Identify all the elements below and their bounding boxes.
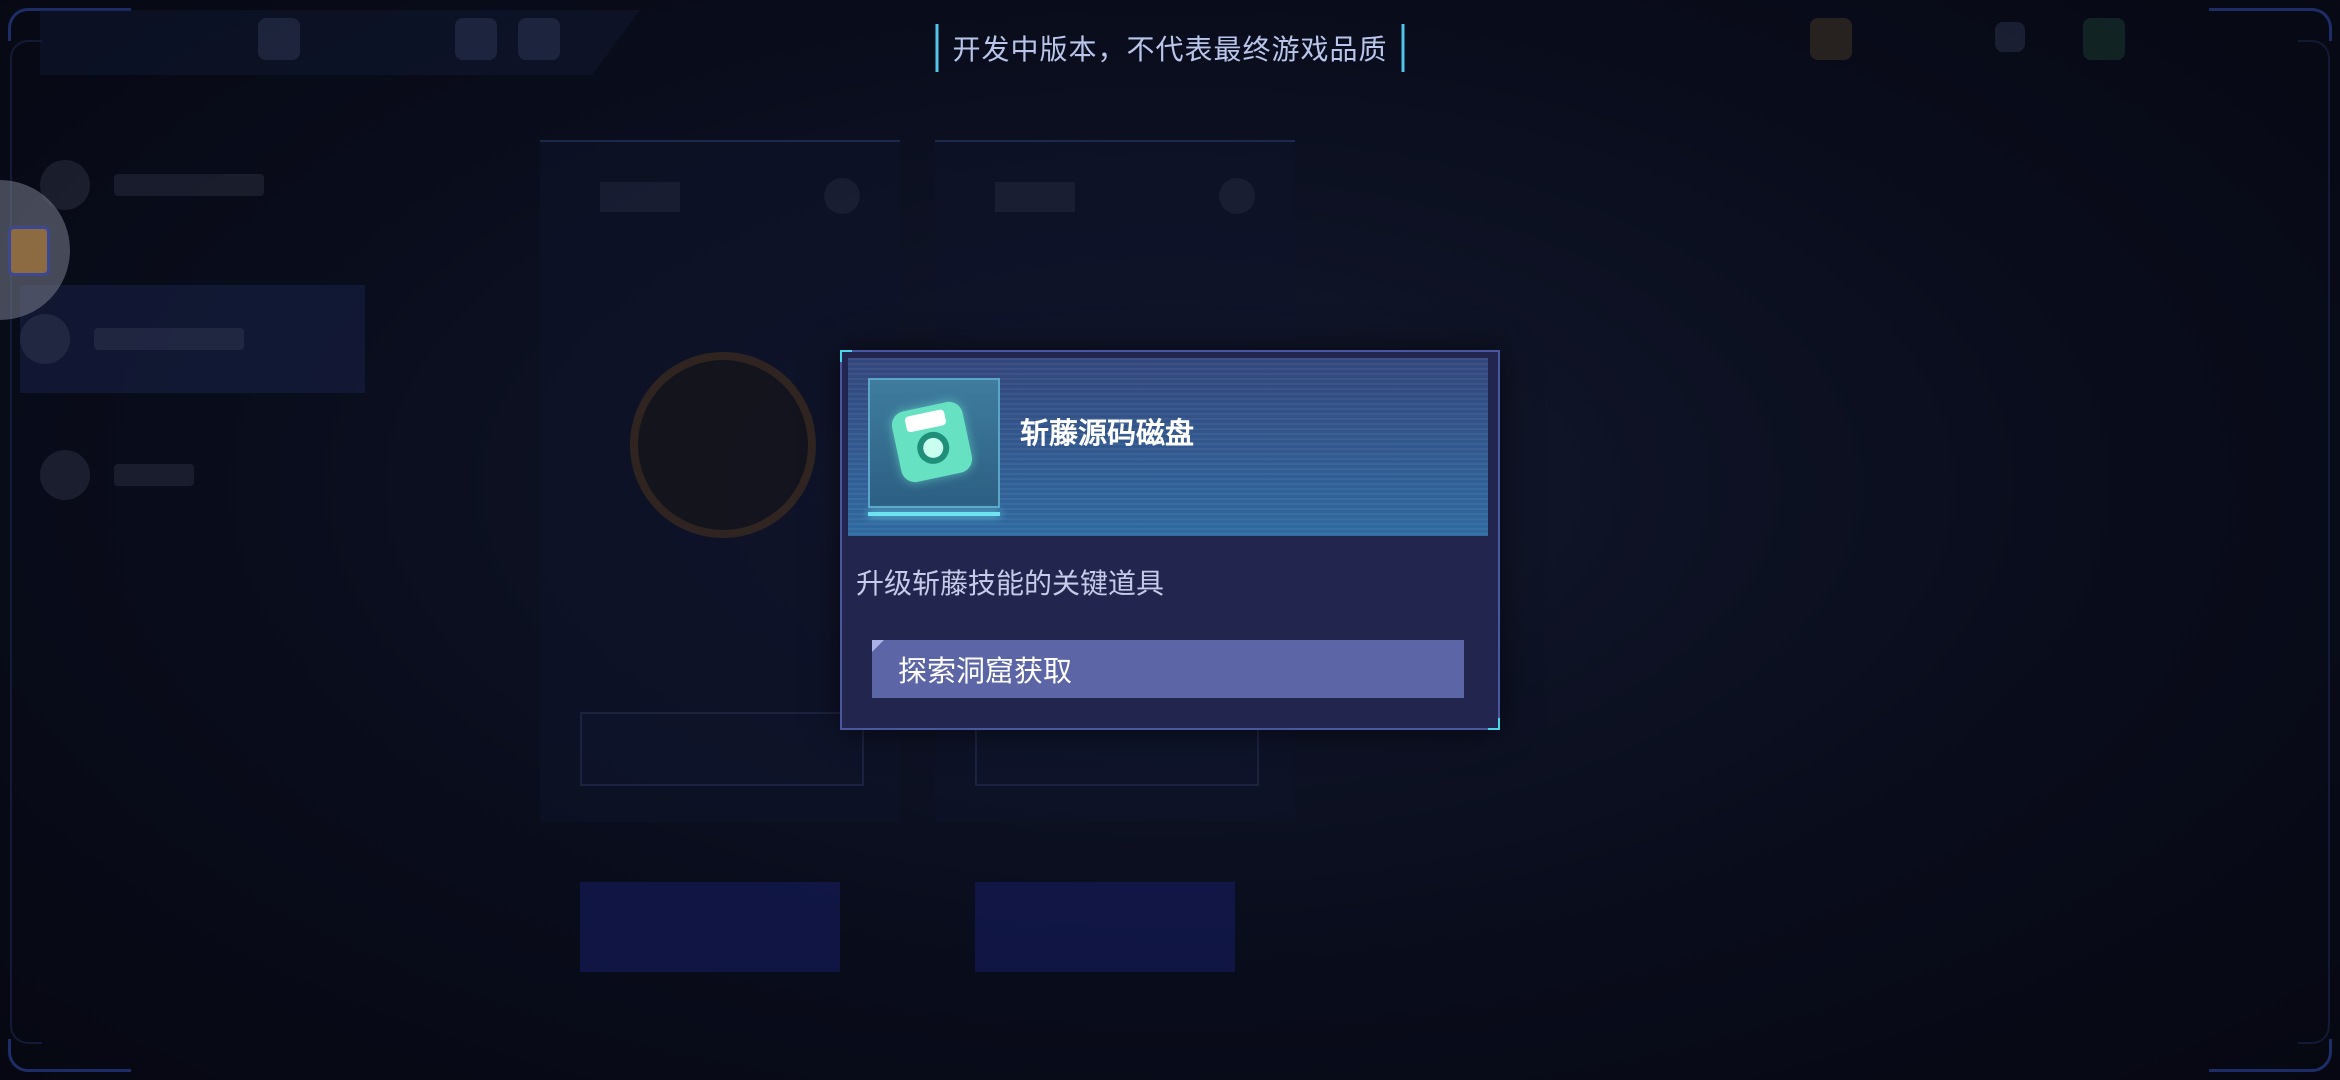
disk-hub <box>914 428 953 467</box>
item-header: 斩藤源码磁盘 <box>848 358 1488 536</box>
build-watermark: 开发中版本，不代表最终游戏品质 <box>935 24 1405 72</box>
item-description: 升级斩藤技能的关键道具 <box>856 567 1165 600</box>
disk-label <box>904 408 947 433</box>
item-detail-popup: 斩藤源码磁盘 升级斩藤技能的关键道具 探索洞窟获取 <box>840 350 1500 730</box>
item-name: 斩藤源码磁盘 <box>1020 416 1195 450</box>
floppy-disk-icon <box>889 399 975 485</box>
obtain-source-button[interactable]: 探索洞窟获取 <box>872 640 1464 698</box>
item-icon-tile <box>868 378 1000 516</box>
